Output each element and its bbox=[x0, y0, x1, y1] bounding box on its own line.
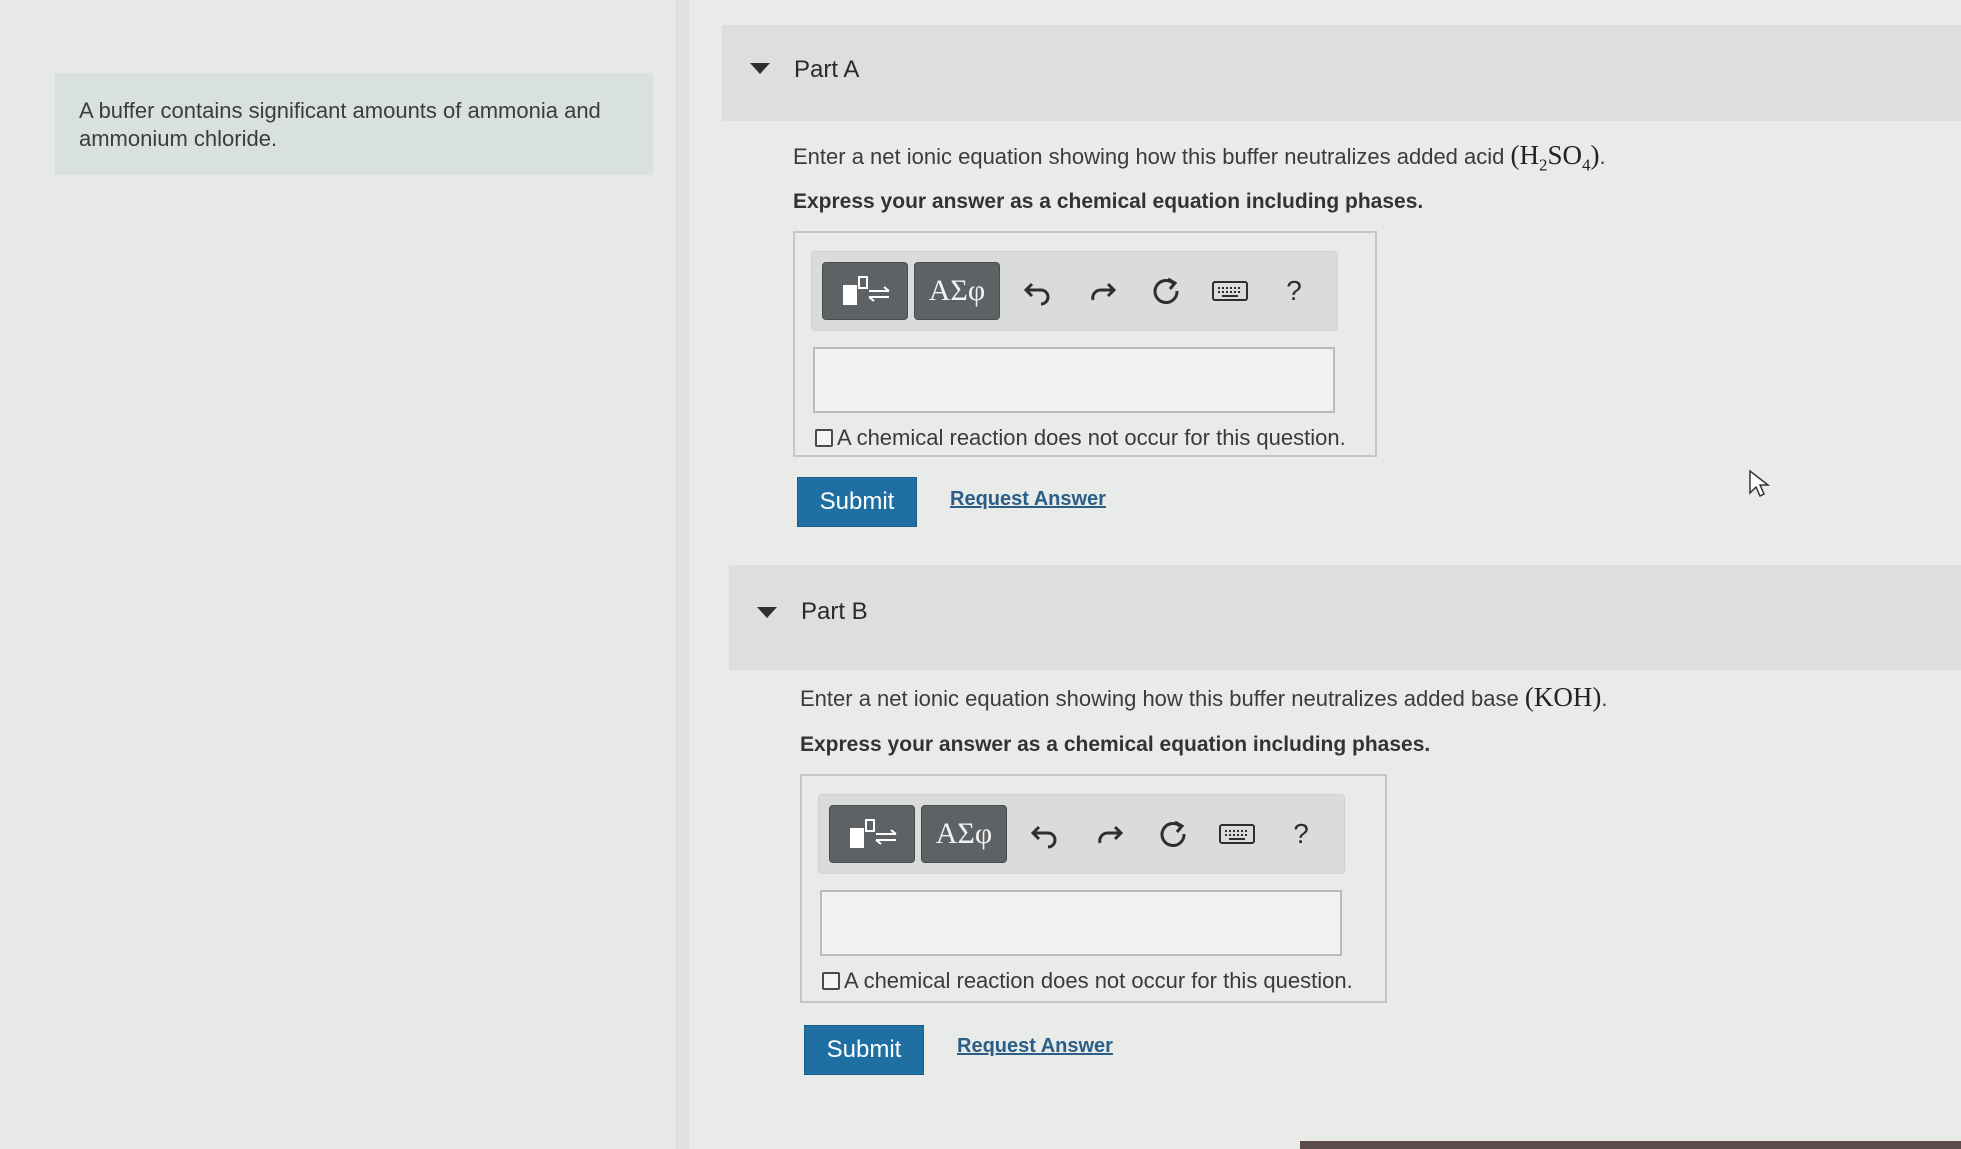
part-a-header[interactable]: Part A bbox=[722, 25, 1961, 121]
templates-button[interactable] bbox=[822, 262, 908, 320]
part-a-no-reaction-checkbox[interactable] bbox=[815, 429, 833, 447]
part-a-answer-box: ΑΣφ ? A chemical reaction does not occur… bbox=[793, 231, 1377, 457]
part-b-formula: (KOH) bbox=[1524, 682, 1602, 712]
keyboard-icon[interactable] bbox=[1208, 268, 1252, 314]
part-a-no-reaction-label: A chemical reaction does not occur for t… bbox=[837, 425, 1346, 450]
left-pane: A buffer contains significant amounts of… bbox=[0, 0, 676, 1149]
help-icon[interactable]: ? bbox=[1272, 268, 1316, 314]
redo-icon[interactable] bbox=[1080, 268, 1124, 314]
part-a-no-reaction-option[interactable]: A chemical reaction does not occur for t… bbox=[815, 425, 1346, 451]
part-a-title: Part A bbox=[794, 56, 860, 83]
part-b-request-answer-link[interactable]: Request Answer bbox=[957, 1035, 1113, 1058]
templates-button[interactable] bbox=[829, 805, 915, 863]
redo-icon[interactable] bbox=[1087, 811, 1131, 857]
part-b-no-reaction-checkbox[interactable] bbox=[822, 972, 840, 990]
part-a-request-answer-link[interactable]: Request Answer bbox=[950, 488, 1106, 511]
reset-icon[interactable] bbox=[1151, 811, 1195, 857]
caret-down-icon[interactable] bbox=[757, 607, 777, 618]
caret-down-icon[interactable] bbox=[750, 63, 770, 74]
undo-icon[interactable] bbox=[1016, 268, 1060, 314]
symbols-button[interactable]: ΑΣφ bbox=[921, 805, 1007, 863]
part-b-question-trailing: . bbox=[1601, 686, 1608, 711]
part-a-question-prefix: Enter a net ionic equation showing how t… bbox=[793, 144, 1505, 169]
part-b-submit-button[interactable]: Submit bbox=[804, 1025, 924, 1075]
part-b-question-prefix: Enter a net ionic equation showing how t… bbox=[800, 686, 1519, 711]
part-b-answer-input[interactable] bbox=[820, 890, 1342, 956]
undo-icon[interactable] bbox=[1023, 811, 1067, 857]
part-b-no-reaction-option[interactable]: A chemical reaction does not occur for t… bbox=[822, 968, 1353, 994]
part-b-answer-box: ΑΣφ ? A chemical reaction does not occur… bbox=[800, 774, 1387, 1003]
part-a-instruction: Express your answer as a chemical equati… bbox=[793, 190, 1424, 213]
part-b-no-reaction-label: A chemical reaction does not occur for t… bbox=[844, 968, 1353, 993]
screen-bottom-edge bbox=[1300, 1141, 1961, 1149]
mouse-pointer-icon bbox=[1749, 469, 1770, 498]
part-b-title: Part B bbox=[801, 598, 868, 625]
reset-icon[interactable] bbox=[1144, 268, 1188, 314]
pane-divider[interactable] bbox=[676, 0, 690, 1149]
right-pane: Part A Enter a net ionic equation showin… bbox=[689, 0, 1961, 1149]
templates-icon bbox=[850, 819, 897, 848]
part-a-question-trailing: . bbox=[1599, 144, 1606, 169]
templates-icon bbox=[843, 276, 890, 305]
part-a-answer-input[interactable] bbox=[813, 347, 1335, 413]
help-icon[interactable]: ? bbox=[1279, 811, 1323, 857]
problem-intro: A buffer contains significant amounts of… bbox=[55, 73, 653, 175]
symbols-button[interactable]: ΑΣφ bbox=[914, 262, 1000, 320]
part-b-instruction: Express your answer as a chemical equati… bbox=[800, 733, 1431, 756]
part-a-question: Enter a net ionic equation showing how t… bbox=[793, 140, 1606, 175]
part-a-toolbar: ΑΣφ ? bbox=[811, 251, 1338, 331]
part-b-header[interactable]: Part B bbox=[729, 565, 1961, 670]
problem-intro-text: A buffer contains significant amounts of… bbox=[79, 98, 601, 151]
keyboard-icon[interactable] bbox=[1215, 811, 1259, 857]
part-b-question: Enter a net ionic equation showing how t… bbox=[800, 682, 1607, 713]
part-a-formula: (H2SO4) bbox=[1510, 140, 1600, 175]
part-a-submit-button[interactable]: Submit bbox=[797, 477, 917, 527]
part-b-toolbar: ΑΣφ ? bbox=[818, 794, 1345, 874]
